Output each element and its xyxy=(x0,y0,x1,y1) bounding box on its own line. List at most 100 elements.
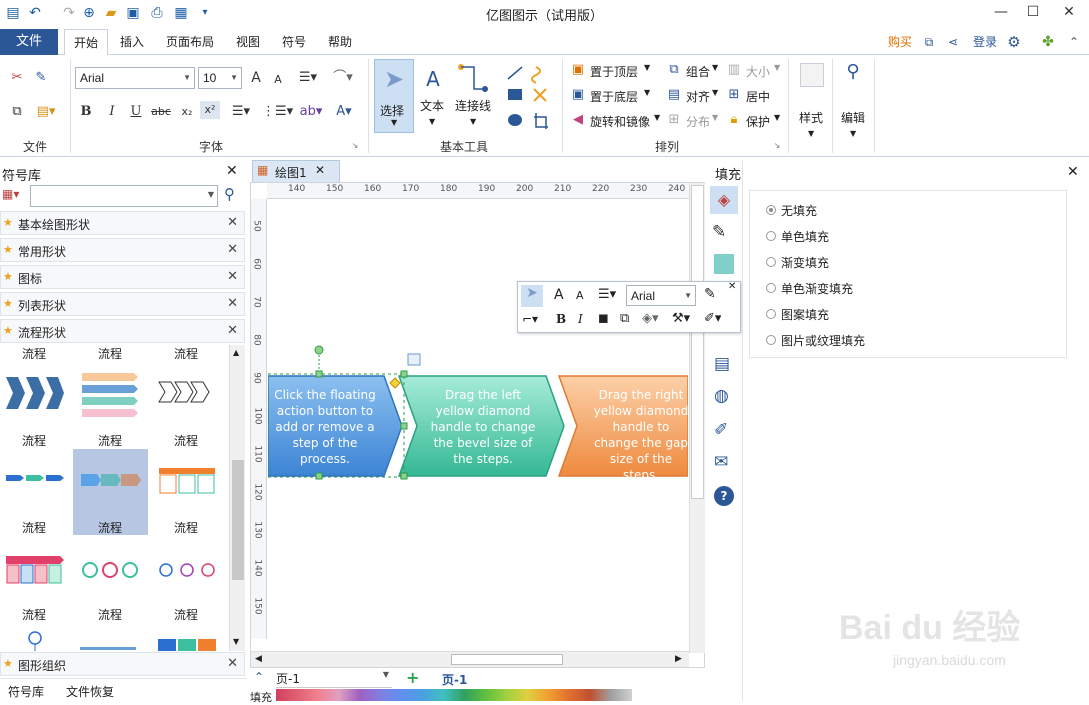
tab-insert[interactable]: 插入 xyxy=(112,29,152,55)
close-tab-icon[interactable]: ✕ xyxy=(315,163,325,177)
tab-help[interactable]: 帮助 xyxy=(320,29,360,55)
scroll-left-icon[interactable]: ◀ xyxy=(255,654,262,664)
search-icon[interactable]: ⚲ xyxy=(224,185,235,203)
label-gradient-fill[interactable]: 渐变填充 xyxy=(781,254,829,271)
library-scrollbar[interactable]: ▲ ▼ xyxy=(229,345,245,651)
bring-front-icon[interactable]: ▣ xyxy=(570,61,586,79)
add-page-icon[interactable]: + xyxy=(406,668,419,687)
color-palette[interactable] xyxy=(276,689,632,701)
help-icon[interactable]: ? xyxy=(714,486,734,506)
text-color-icon[interactable]: ab▾ xyxy=(296,103,326,121)
font-size-select[interactable]: 10 ▼ xyxy=(198,67,242,89)
radio-texture-fill[interactable] xyxy=(766,335,776,345)
paste-icon[interactable]: ▤▾ xyxy=(32,103,60,121)
scroll-thumb[interactable] xyxy=(232,460,244,580)
style-button[interactable]: 样式 xyxy=(799,109,823,126)
buy-link[interactable]: 购买 xyxy=(884,29,916,55)
selected-shape-tile[interactable]: 流程 xyxy=(73,449,148,535)
box-process-shape[interactable] xyxy=(158,467,216,495)
subscript-icon[interactable]: x₂ xyxy=(178,103,196,121)
minimize-button[interactable]: — xyxy=(986,2,1016,22)
attachment-icon[interactable]: ✐ xyxy=(714,420,728,440)
group-icon[interactable]: ⧉ xyxy=(666,61,682,79)
share-icon[interactable]: ⋖ xyxy=(944,29,962,55)
category-icons[interactable]: ★ 图标 ✕ xyxy=(0,265,245,289)
float-font-select[interactable]: Arial ▼ xyxy=(626,285,696,306)
line-panel-icon[interactable]: ✎ xyxy=(712,222,726,242)
tab-symbol[interactable]: 符号 xyxy=(274,29,314,55)
block-steps-shape[interactable] xyxy=(158,639,216,651)
category-list-shapes[interactable]: ★ 列表形状 ✕ xyxy=(0,292,245,316)
rotate-icon[interactable]: ◀ xyxy=(570,111,586,129)
font-color-icon[interactable]: A▾ xyxy=(332,103,356,121)
label-texture-fill[interactable]: 图片或纹理填充 xyxy=(781,332,865,349)
line-spacing-icon[interactable]: ☰▾ xyxy=(226,103,256,121)
scroll-right-icon[interactable]: ▶ xyxy=(675,654,682,664)
category-flow-shapes[interactable]: ★ 流程形状 ✕ xyxy=(0,319,245,343)
category-common-shapes[interactable]: ★ 常用形状 ✕ xyxy=(0,238,245,262)
italic-icon[interactable]: I xyxy=(104,103,120,121)
bulb-shape[interactable] xyxy=(26,631,44,651)
login-link[interactable]: 登录 xyxy=(968,29,1002,55)
align-text-icon[interactable]: ☰▾ xyxy=(296,69,320,87)
tab-home[interactable]: 开始 xyxy=(64,29,108,56)
float-connector-icon[interactable]: ⌐▾ xyxy=(522,312,538,326)
radio-no-fill[interactable] xyxy=(766,205,776,215)
edit-button[interactable]: 编辑 xyxy=(841,109,865,126)
select-tool-button[interactable]: ➤ 选择 ▼ xyxy=(374,59,414,133)
category-basic-shapes[interactable]: ★ 基本绘图形状 ✕ xyxy=(0,211,245,235)
shrink-font-icon[interactable]: A xyxy=(270,71,286,89)
line-spacing-curve-icon[interactable]: ⌒▾ xyxy=(328,69,358,87)
radio-solid-fill[interactable] xyxy=(766,231,776,241)
canvas-vscroll-thumb[interactable] xyxy=(691,185,704,499)
distribute-icon[interactable]: ⊞ xyxy=(666,111,682,129)
float-italic-icon[interactable]: I xyxy=(578,312,583,326)
center-icon[interactable]: ⊞ xyxy=(726,86,742,104)
outline-chevrons-shape[interactable] xyxy=(158,381,216,403)
page-tab[interactable]: 页-1 xyxy=(442,671,467,688)
align-button[interactable]: 对齐 xyxy=(686,88,710,105)
page-select[interactable]: 页-1 ▼ xyxy=(276,670,392,688)
close-library-icon[interactable]: ✕ xyxy=(226,163,238,179)
shape-tools[interactable] xyxy=(506,65,550,135)
tab-view[interactable]: 视图 xyxy=(228,29,268,55)
circle-chain-shape[interactable] xyxy=(80,561,140,579)
close-category-icon[interactable]: ✕ xyxy=(227,323,238,338)
close-category-icon[interactable]: ✕ xyxy=(227,269,238,284)
size-icon[interactable]: ▥ xyxy=(726,61,742,79)
tab-page-layout[interactable]: 页面布局 xyxy=(160,29,220,55)
grow-font-icon[interactable]: A xyxy=(248,69,264,87)
size-button[interactable]: 大小 xyxy=(746,63,770,80)
bring-front-button[interactable]: 置于顶层 xyxy=(590,63,638,80)
settings-gear-icon[interactable]: ⚙ xyxy=(1004,29,1024,55)
text-tool-label[interactable]: 文本 xyxy=(420,97,444,114)
stacked-arrows-shape[interactable] xyxy=(80,371,140,421)
hyperlink-icon[interactable]: ◍ xyxy=(714,386,729,406)
label-no-fill[interactable]: 无填充 xyxy=(781,202,817,219)
collapse-up-icon[interactable]: ⌃ xyxy=(254,670,264,684)
page-panel-icon[interactable]: ▤ xyxy=(714,354,730,374)
float-bold-icon[interactable]: B xyxy=(556,312,566,326)
float-select-icon[interactable]: ➤ xyxy=(521,285,543,307)
colored-steps-shape[interactable] xyxy=(6,555,64,585)
cut-icon[interactable]: ✂ xyxy=(8,69,26,87)
float-grow-font-icon[interactable]: A xyxy=(554,287,564,303)
library-menu-icon[interactable]: ▦▾ xyxy=(2,187,26,205)
underline-icon[interactable]: U xyxy=(128,103,144,121)
float-shadow-icon[interactable]: ◼ xyxy=(598,311,609,326)
library-search-input[interactable]: ▼ xyxy=(30,185,218,207)
rotate-mirror-button[interactable]: 旋转和镜像 xyxy=(590,113,650,130)
maximize-button[interactable]: ☐ xyxy=(1018,2,1048,22)
style-icon[interactable] xyxy=(800,63,824,87)
distribute-button[interactable]: 分布 xyxy=(686,113,710,130)
tab-symbol-library[interactable]: 符号库 xyxy=(8,683,44,700)
scroll-down-icon[interactable]: ▼ xyxy=(233,637,239,646)
protect-button[interactable]: 保护 xyxy=(746,113,770,130)
close-category-icon[interactable]: ✕ xyxy=(227,242,238,257)
connector-tool-label[interactable]: 连接线 xyxy=(455,97,491,114)
close-category-icon[interactable]: ✕ xyxy=(227,656,238,671)
shadow-panel-icon[interactable] xyxy=(714,254,734,274)
tab-file-recovery[interactable]: 文件恢复 xyxy=(66,683,114,700)
float-shrink-font-icon[interactable]: A xyxy=(576,289,584,302)
close-fill-panel-icon[interactable]: ✕ xyxy=(1067,164,1079,180)
